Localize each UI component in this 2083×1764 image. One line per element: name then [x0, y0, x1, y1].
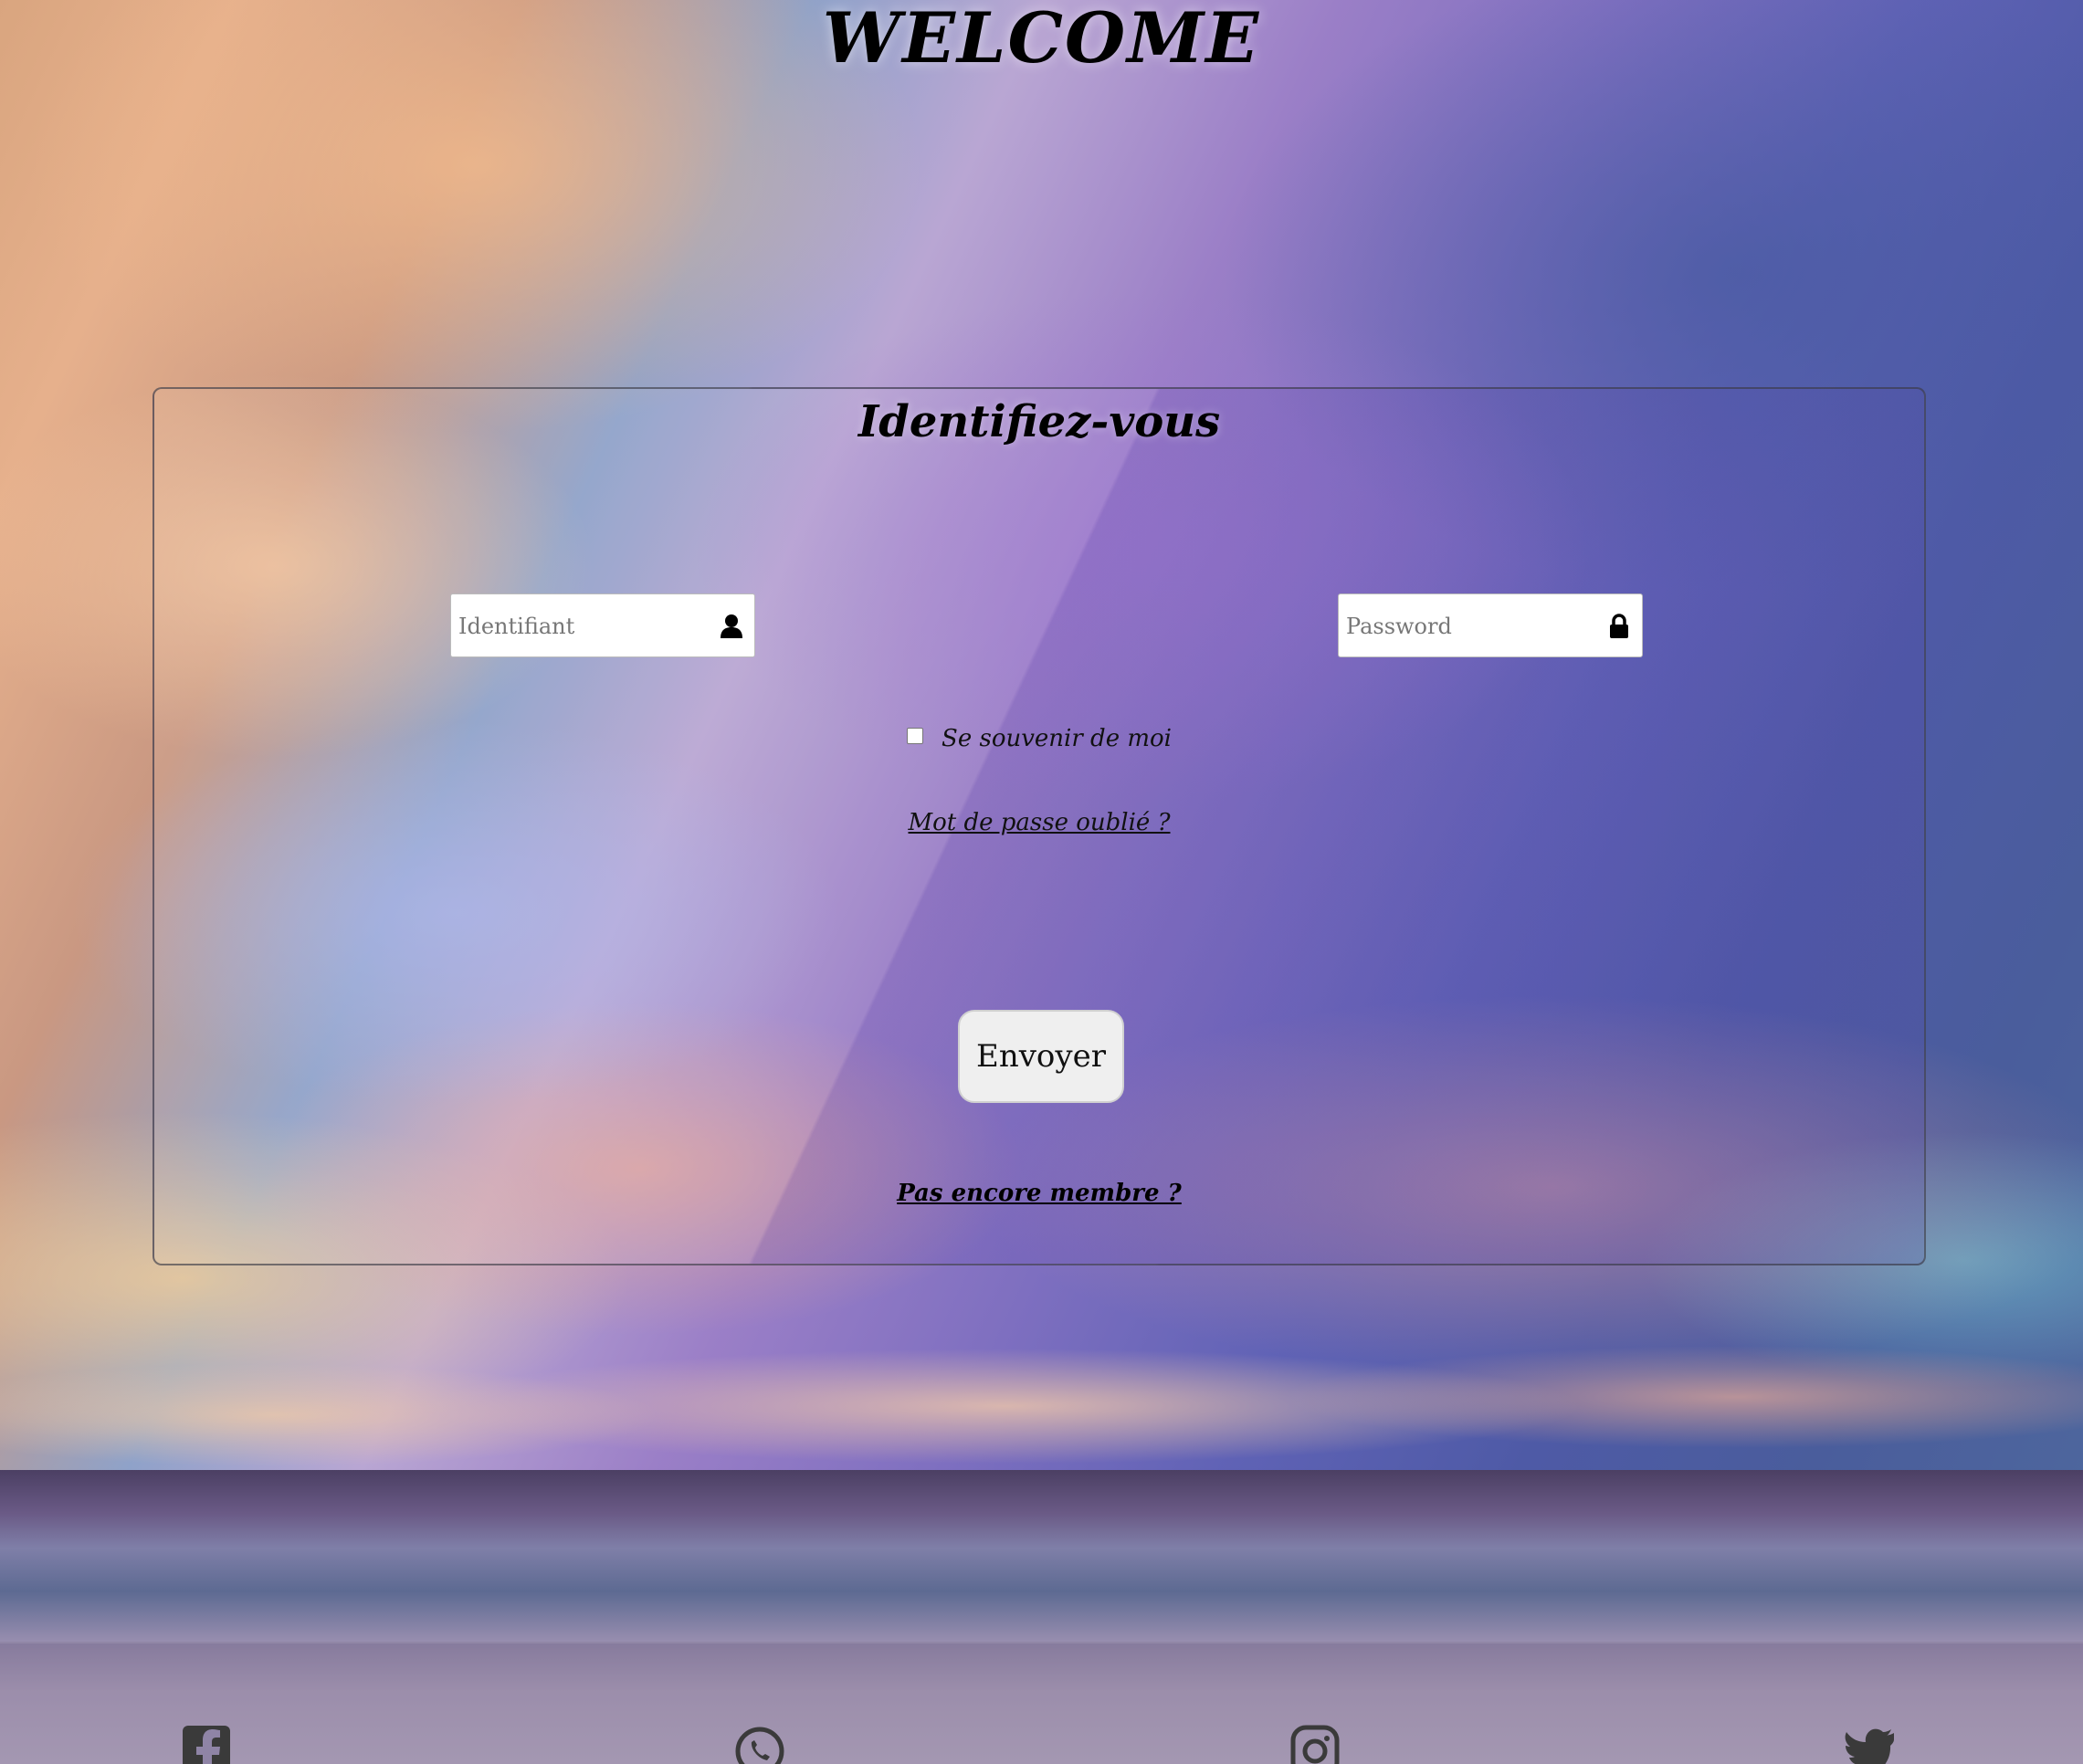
forgot-password-link[interactable]: Mot de passe oublié ? [154, 809, 1924, 836]
submit-button[interactable]: Envoyer [958, 1010, 1124, 1103]
instagram-icon[interactable] [1289, 1724, 1341, 1764]
username-field[interactable] [450, 593, 755, 658]
login-title: Identifiez-vous [857, 396, 1221, 447]
background-sea [0, 1470, 2083, 1643]
whatsapp-icon[interactable] [734, 1724, 785, 1764]
remember-checkbox[interactable] [907, 728, 924, 744]
login-panel: Identifiez-vous Se souvenir de moi Mot d… [153, 387, 1926, 1265]
facebook-icon[interactable] [181, 1724, 232, 1764]
username-input[interactable] [457, 594, 707, 658]
register-link[interactable]: Pas encore membre ? [154, 1180, 1924, 1207]
user-icon [720, 614, 743, 639]
password-input[interactable] [1344, 594, 1594, 658]
remember-me[interactable]: Se souvenir de moi [154, 725, 1924, 752]
footer [0, 1642, 2083, 1764]
lock-icon [1607, 614, 1631, 639]
page-heading: WELCOME [822, 0, 1261, 79]
remember-label: Se souvenir de moi [942, 725, 1172, 752]
background-clouds [0, 1297, 2083, 1479]
twitter-icon[interactable] [1843, 1724, 1894, 1764]
password-field[interactable] [1338, 593, 1643, 658]
